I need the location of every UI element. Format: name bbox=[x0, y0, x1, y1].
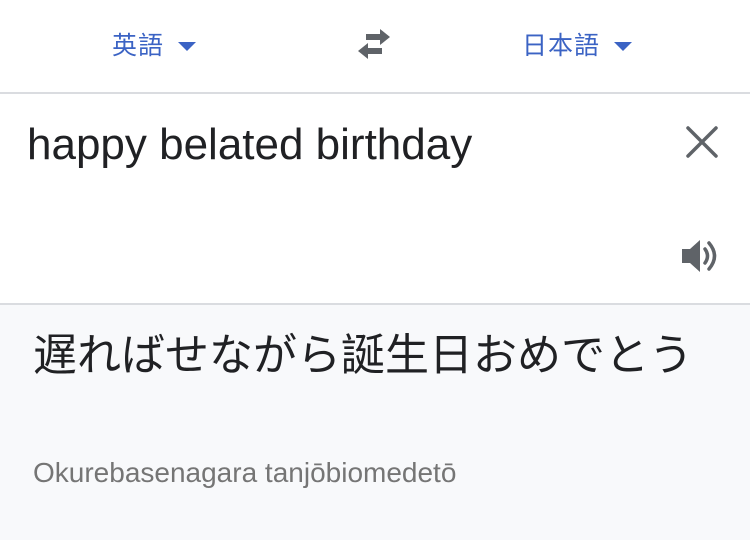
target-language-button[interactable]: 日本語 bbox=[522, 22, 633, 66]
listen-button[interactable] bbox=[680, 236, 724, 276]
language-bar: 英語 日本語 bbox=[0, 0, 750, 94]
source-language-label: 英語 bbox=[112, 31, 165, 60]
speaker-icon bbox=[682, 240, 717, 272]
chevron-down-icon bbox=[178, 41, 197, 51]
swap-arrows-icon bbox=[358, 29, 390, 59]
clear-input-button[interactable] bbox=[684, 124, 720, 160]
source-input-panel[interactable]: happy belated birthday bbox=[0, 94, 750, 303]
source-language-button[interactable]: 英語 bbox=[112, 22, 197, 66]
translation-text: 遅ればせながら誕生日おめでとう bbox=[33, 330, 693, 381]
source-text-input[interactable]: happy belated birthday bbox=[27, 120, 472, 170]
swap-languages-button[interactable] bbox=[352, 24, 398, 64]
translation-panel: 遅ればせながら誕生日おめでとう Okurebasenagara tanjōbio… bbox=[0, 303, 750, 540]
chevron-down-icon bbox=[614, 41, 633, 51]
target-language-label: 日本語 bbox=[522, 31, 601, 60]
close-icon bbox=[686, 126, 718, 158]
romanization-text: Okurebasenagara tanjōbiomedetō bbox=[33, 457, 457, 488]
